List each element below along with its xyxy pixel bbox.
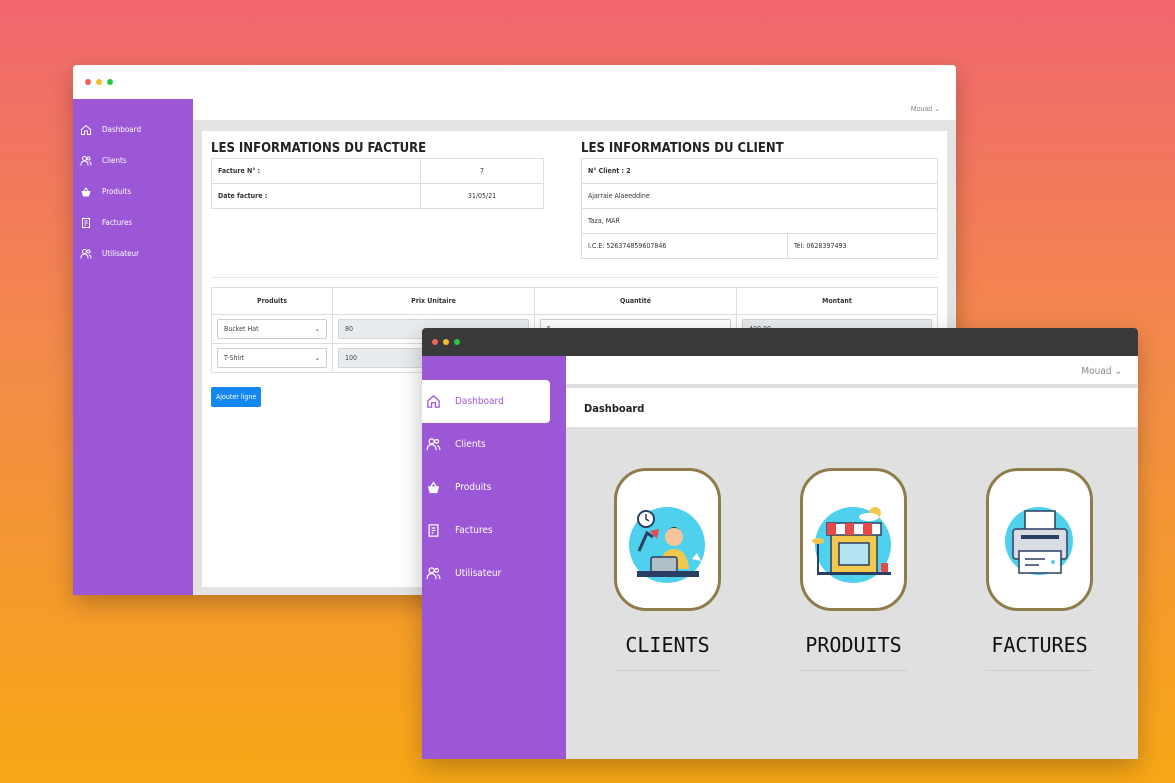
client-ice: I.C.E: 526374859607846 bbox=[581, 233, 788, 259]
home-icon bbox=[81, 124, 91, 135]
produits-tile-label: PRODUITS bbox=[805, 633, 902, 657]
invoice-icon bbox=[428, 524, 439, 537]
basket-icon bbox=[427, 481, 440, 494]
factures-tile-label: FACTURES bbox=[991, 633, 1088, 657]
clients-tile[interactable]: CLIENTS bbox=[614, 468, 721, 671]
tile-divider bbox=[614, 670, 721, 671]
sidebar-item-label: Clients bbox=[455, 439, 486, 450]
sidebar-item-factures[interactable]: Factures bbox=[422, 509, 566, 552]
clients-tile-label: CLIENTS bbox=[625, 633, 710, 657]
sidebar-item-label: Factures bbox=[102, 218, 133, 227]
clients-tile-image bbox=[614, 468, 721, 611]
column-header: Montant bbox=[736, 287, 938, 315]
factures-tile-image bbox=[986, 468, 1093, 611]
basket-icon bbox=[81, 186, 91, 196]
client-num: N° Client : 2 bbox=[581, 158, 938, 184]
close-window-button[interactable] bbox=[85, 79, 91, 85]
column-header: Produits bbox=[211, 287, 333, 315]
users-icon bbox=[80, 155, 92, 165]
invoice-icon bbox=[82, 217, 90, 228]
column-header: Prix Unitaire bbox=[332, 287, 535, 315]
minimize-window-button[interactable] bbox=[96, 79, 102, 85]
main-content: Mouad ⌄ Dashboard CLIENTS PRODUITS FACTU… bbox=[566, 356, 1138, 759]
sidebar-item-clients[interactable]: Clients bbox=[422, 423, 566, 466]
sidebar: Dashboard Clients Produits Factures Util… bbox=[73, 99, 193, 595]
tile-divider bbox=[986, 670, 1093, 671]
product-select-value: Bucket Hat bbox=[224, 325, 259, 333]
sidebar-item-label: Utilisateur bbox=[102, 249, 140, 258]
chevron-down-icon: ⌄ bbox=[314, 325, 320, 333]
maximize-window-button[interactable] bbox=[454, 339, 460, 345]
sidebar: Dashboard Clients Produits Factures Util… bbox=[422, 356, 566, 759]
chevron-down-icon: ⌄ bbox=[934, 106, 940, 113]
client-section-title: LES INFORMATIONS DU CLIENT bbox=[581, 141, 784, 156]
minimize-window-button[interactable] bbox=[443, 339, 449, 345]
window-titlebar bbox=[422, 328, 1138, 356]
sidebar-item-factures[interactable]: Factures bbox=[73, 207, 193, 238]
facture-num-value: 7 bbox=[420, 158, 544, 184]
sidebar-item-label: Produits bbox=[102, 187, 132, 196]
facture-date-label: Date facture : bbox=[211, 183, 421, 209]
product-select[interactable]: Bucket Hat ⌄ bbox=[217, 319, 327, 339]
user-menu[interactable]: Mouad ⌄ bbox=[193, 99, 956, 120]
sidebar-item-label: Dashboard bbox=[102, 125, 142, 134]
sidebar-item-utilisateur[interactable]: Utilisateur bbox=[73, 238, 193, 269]
close-window-button[interactable] bbox=[432, 339, 438, 345]
shop-front-illustration bbox=[812, 507, 891, 583]
sidebar-item-dashboard[interactable]: Dashboard bbox=[73, 114, 193, 145]
facture-date-value: 31/05/21 bbox=[420, 183, 544, 209]
column-header: Quantité bbox=[534, 287, 737, 315]
users-icon bbox=[426, 567, 441, 580]
client-city: Taza, MAR bbox=[581, 208, 938, 234]
printer-illustration bbox=[1005, 507, 1073, 575]
user-menu[interactable]: Mouad ⌄ bbox=[566, 356, 1138, 388]
client-info-table: N° Client : 2 Ajarraie Alaeeddine Taza, … bbox=[581, 158, 938, 259]
chevron-down-icon: ⌄ bbox=[314, 354, 320, 362]
chevron-down-icon: ⌄ bbox=[1114, 366, 1122, 377]
users-icon bbox=[80, 248, 92, 258]
sidebar-item-label: Produits bbox=[455, 482, 492, 493]
sidebar-item-label: Dashboard bbox=[455, 396, 504, 407]
sidebar-item-label: Factures bbox=[455, 525, 493, 536]
page-title: Dashboard bbox=[566, 388, 1138, 427]
tile-divider bbox=[800, 670, 907, 671]
client-name: Ajarraie Alaeeddine bbox=[581, 183, 938, 209]
sidebar-item-produits[interactable]: Produits bbox=[73, 176, 193, 207]
facture-num-label: Facture N° : bbox=[211, 158, 421, 184]
user-name: Mouad bbox=[910, 106, 933, 113]
produits-tile[interactable]: PRODUITS bbox=[800, 468, 907, 671]
user-name: Mouad bbox=[1081, 366, 1112, 377]
facture-info-table: Facture N° : 7 Date facture : 31/05/21 bbox=[211, 158, 544, 209]
sidebar-item-label: Clients bbox=[102, 156, 127, 165]
sidebar-item-dashboard[interactable]: Dashboard bbox=[422, 380, 550, 423]
users-icon bbox=[426, 438, 441, 451]
facture-section-title: LES INFORMATIONS DU FACTURE bbox=[211, 141, 427, 156]
client-tel: Tél: 0628397493 bbox=[787, 233, 938, 259]
sidebar-item-label: Utilisateur bbox=[455, 568, 502, 579]
sidebar-item-utilisateur[interactable]: Utilisateur bbox=[422, 552, 566, 595]
product-select[interactable]: T-Shirt ⌄ bbox=[217, 348, 327, 368]
sidebar-item-clients[interactable]: Clients bbox=[73, 145, 193, 176]
produits-tile-image bbox=[800, 468, 907, 611]
section-divider bbox=[211, 277, 938, 278]
person-at-desk-illustration bbox=[629, 507, 705, 583]
add-line-button[interactable]: Ajouter ligne bbox=[211, 387, 262, 407]
window-titlebar bbox=[73, 65, 956, 99]
maximize-window-button[interactable] bbox=[107, 79, 113, 85]
sidebar-item-produits[interactable]: Produits bbox=[422, 466, 566, 509]
dashboard-window: Dashboard Clients Produits Factures Util… bbox=[422, 328, 1138, 759]
home-icon bbox=[427, 395, 440, 408]
product-select-value: T-Shirt bbox=[224, 354, 245, 362]
factures-tile[interactable]: FACTURES bbox=[986, 468, 1093, 671]
